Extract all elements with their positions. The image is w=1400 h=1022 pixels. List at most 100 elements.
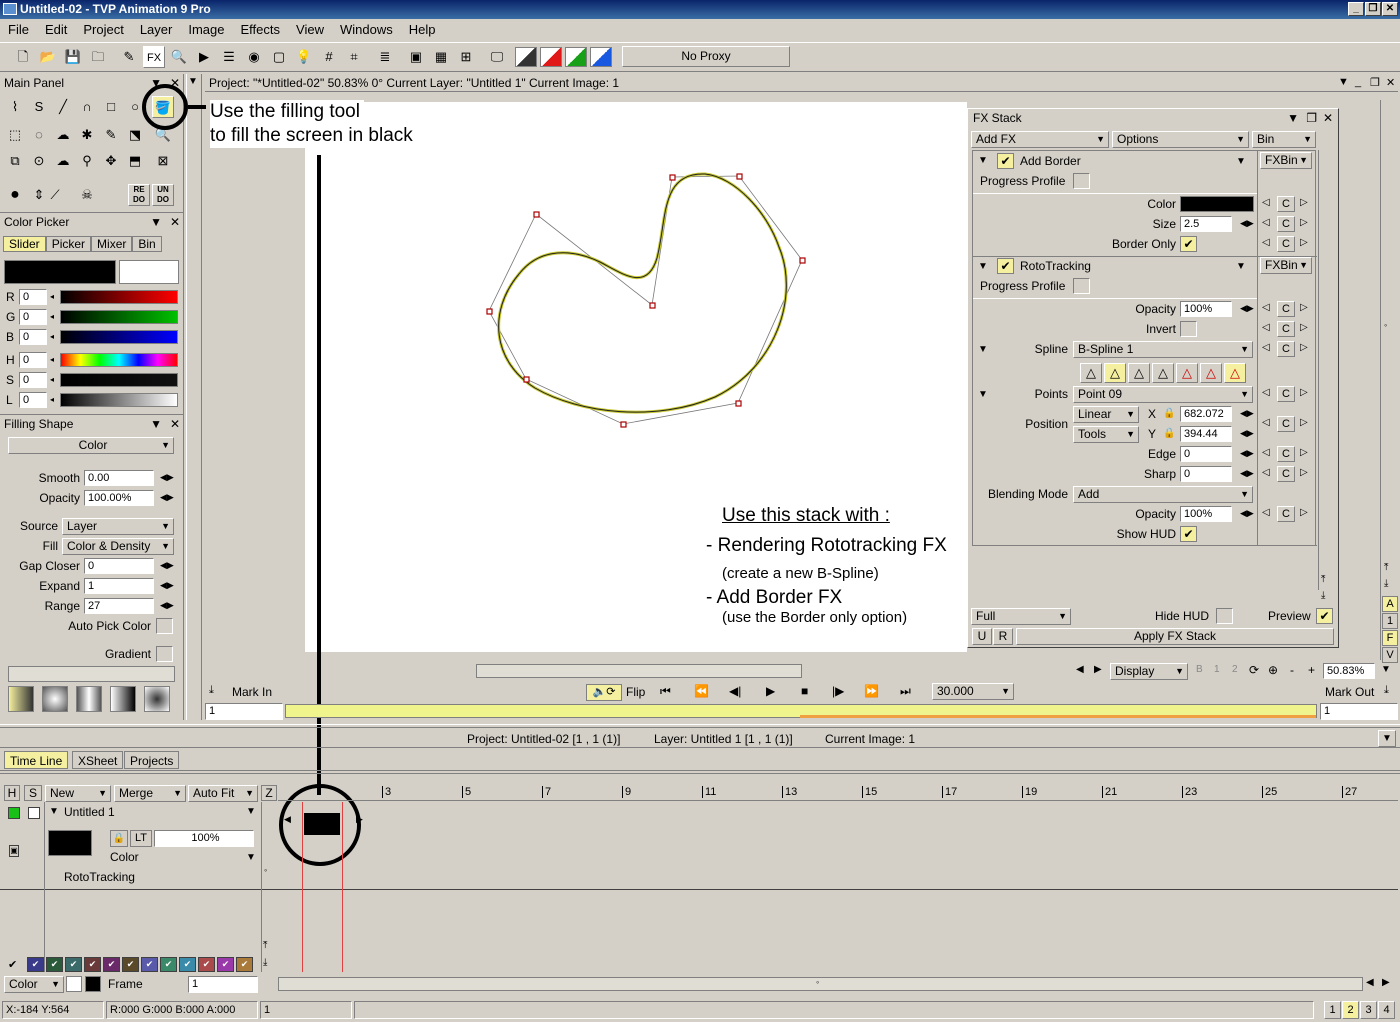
add-border-enable-checkbox[interactable]: ✔: [997, 153, 1014, 169]
view-split-icon[interactable]: ⊞: [455, 46, 477, 68]
key-prev-icon[interactable]: ◁: [1262, 417, 1270, 428]
frame-1-thumbnail[interactable]: [304, 813, 340, 835]
color-label-swatch[interactable]: ✔: [46, 957, 63, 972]
channel-h-slider[interactable]: [60, 353, 178, 367]
grid-icon[interactable]: #: [318, 46, 340, 68]
canvas-close-icon[interactable]: ✕: [1386, 76, 1395, 89]
rectangle-icon[interactable]: □: [100, 96, 122, 118]
key-prev-icon[interactable]: ◁: [1262, 197, 1270, 208]
color-wheel-icon[interactable]: ◉: [243, 46, 265, 68]
prev-frame-icon[interactable]: ◀|: [729, 684, 741, 698]
collapse-icon[interactable]: ▼: [978, 155, 988, 166]
border-size-input[interactable]: 2.5: [1180, 216, 1232, 232]
color-label-swatch[interactable]: ✔: [84, 957, 101, 972]
scroll-up-icon[interactable]: ⤒: [1384, 562, 1388, 573]
color-label-swatch[interactable]: ✔: [122, 957, 139, 972]
frame-prev-handle-icon[interactable]: ◀: [284, 814, 291, 825]
panel-menu-icon[interactable]: ▼: [150, 213, 162, 231]
edge-spin-icon[interactable]: ◀▶: [1240, 448, 1254, 459]
spline-icon[interactable]: ∩: [76, 96, 98, 118]
progress-profile-checkbox[interactable]: [1073, 278, 1090, 294]
close-button[interactable]: ✕: [1382, 2, 1398, 16]
search-icon[interactable]: 🔍: [168, 46, 190, 68]
color-label-swatch[interactable]: ✔: [236, 957, 253, 972]
color-label-swatch[interactable]: ✔: [103, 957, 120, 972]
next-frame-icon[interactable]: |▶: [832, 684, 844, 698]
channel-r-input[interactable]: 0: [19, 289, 47, 305]
select-lasso-icon[interactable]: ☁: [52, 124, 74, 146]
channel-g-arrow-icon[interactable]: ◂: [50, 312, 54, 321]
fx-scroll-bottom-icon[interactable]: ⤓: [1321, 590, 1325, 601]
auto-pick-checkbox[interactable]: [156, 618, 173, 634]
header-s[interactable]: S: [24, 785, 42, 801]
gap-spin-icon[interactable]: ◀▶: [160, 560, 174, 571]
key-next-icon[interactable]: ▷: [1300, 302, 1308, 313]
tab-projects[interactable]: Projects: [124, 751, 180, 769]
expand-spin-icon[interactable]: ◀▶: [160, 580, 174, 591]
color-label-swatch[interactable]: ✔: [179, 957, 196, 972]
page-1-button[interactable]: 1: [1324, 1001, 1341, 1019]
spline-point[interactable]: [736, 173, 743, 180]
page-3-button[interactable]: 3: [1360, 1001, 1377, 1019]
mark-out-label[interactable]: Mark Out: [1325, 685, 1374, 699]
transform-icon[interactable]: ⬒: [124, 150, 146, 172]
spline-add-icon[interactable]: △: [1080, 363, 1102, 383]
key-next-icon[interactable]: ▷: [1300, 342, 1308, 353]
side-f-button[interactable]: F: [1382, 630, 1398, 646]
canvas-restore-icon[interactable]: ❐: [1370, 76, 1380, 89]
line-icon[interactable]: ╱: [52, 96, 74, 118]
gradient-bar[interactable]: [8, 666, 175, 682]
timeline-mode-select[interactable]: Color: [4, 976, 64, 993]
layer-scroll-bottom-icon[interactable]: ⤓: [263, 957, 267, 968]
sound-loop-icon[interactable]: 🔈⟳: [586, 684, 622, 701]
key-next-icon[interactable]: ▷: [1300, 447, 1308, 458]
channel-l-input[interactable]: 0: [19, 392, 47, 408]
size-spin-icon[interactable]: ◀▶: [1240, 218, 1254, 229]
move-icon[interactable]: ✥: [100, 150, 122, 172]
mark-out-arrow-icon[interactable]: ⤓: [1384, 684, 1389, 697]
freehand-line-icon[interactable]: ⌇: [4, 96, 26, 118]
restore-button[interactable]: ❐: [1365, 2, 1381, 16]
stop-icon[interactable]: ■: [801, 684, 808, 698]
keyframe-c-button[interactable]: C: [1277, 301, 1295, 317]
gradient-radial-icon[interactable]: [42, 686, 68, 712]
timeline-scroll-left-icon[interactable]: ◀: [1366, 977, 1374, 988]
view-grid-icon[interactable]: ▦: [430, 46, 452, 68]
key-prev-icon[interactable]: ◁: [1262, 342, 1270, 353]
channel-b-slider[interactable]: [60, 330, 178, 344]
channel-blue-icon[interactable]: [590, 47, 612, 67]
play-icon[interactable]: ▶: [193, 46, 215, 68]
color-label-swatch[interactable]: ✔: [65, 957, 82, 972]
key-next-icon[interactable]: ▷: [1300, 507, 1308, 518]
keyframe-c-button[interactable]: C: [1277, 506, 1295, 522]
primary-color-swatch[interactable]: [4, 260, 116, 284]
spline-point[interactable]: [649, 302, 656, 309]
view-prev-icon[interactable]: ◀: [1076, 664, 1084, 675]
expand-input[interactable]: 1: [84, 578, 154, 594]
key-prev-icon[interactable]: ◁: [1262, 507, 1270, 518]
range-spin-icon[interactable]: ◀▶: [160, 600, 174, 611]
center-icon[interactable]: ⊕: [1268, 663, 1278, 677]
play-button-icon[interactable]: ▶: [766, 684, 775, 698]
fx-u-button[interactable]: U: [972, 628, 992, 645]
border-color-swatch[interactable]: [1180, 196, 1254, 212]
light-icon[interactable]: 💡: [293, 46, 315, 68]
position-y-input[interactable]: 394.44: [1180, 426, 1232, 442]
canvas-vscroll[interactable]: [1380, 100, 1396, 660]
warp-icon[interactable]: ⊠: [152, 150, 174, 172]
layer-name[interactable]: Untitled 1: [64, 805, 115, 819]
fx-scroll-top-icon[interactable]: ⤒: [1321, 574, 1325, 585]
spline-smooth-icon[interactable]: △: [1200, 363, 1222, 383]
blending-mode-select[interactable]: Add: [1073, 486, 1253, 503]
side-a-button[interactable]: A: [1382, 596, 1398, 612]
side-v-button[interactable]: V: [1382, 647, 1398, 663]
rotate-icon[interactable]: ⟳: [1249, 663, 1259, 677]
interpolation-select[interactable]: Linear: [1073, 406, 1139, 423]
edge-input[interactable]: 0: [1180, 446, 1232, 462]
lock-x-icon[interactable]: 🔒: [1163, 408, 1175, 419]
lock-y-icon[interactable]: 🔒: [1163, 428, 1175, 439]
smooth-spin-icon[interactable]: ◀▶: [160, 472, 174, 483]
options-select[interactable]: Options: [1112, 131, 1249, 148]
spline-point[interactable]: [799, 257, 806, 264]
page-2-button[interactable]: 2: [1342, 1001, 1359, 1019]
